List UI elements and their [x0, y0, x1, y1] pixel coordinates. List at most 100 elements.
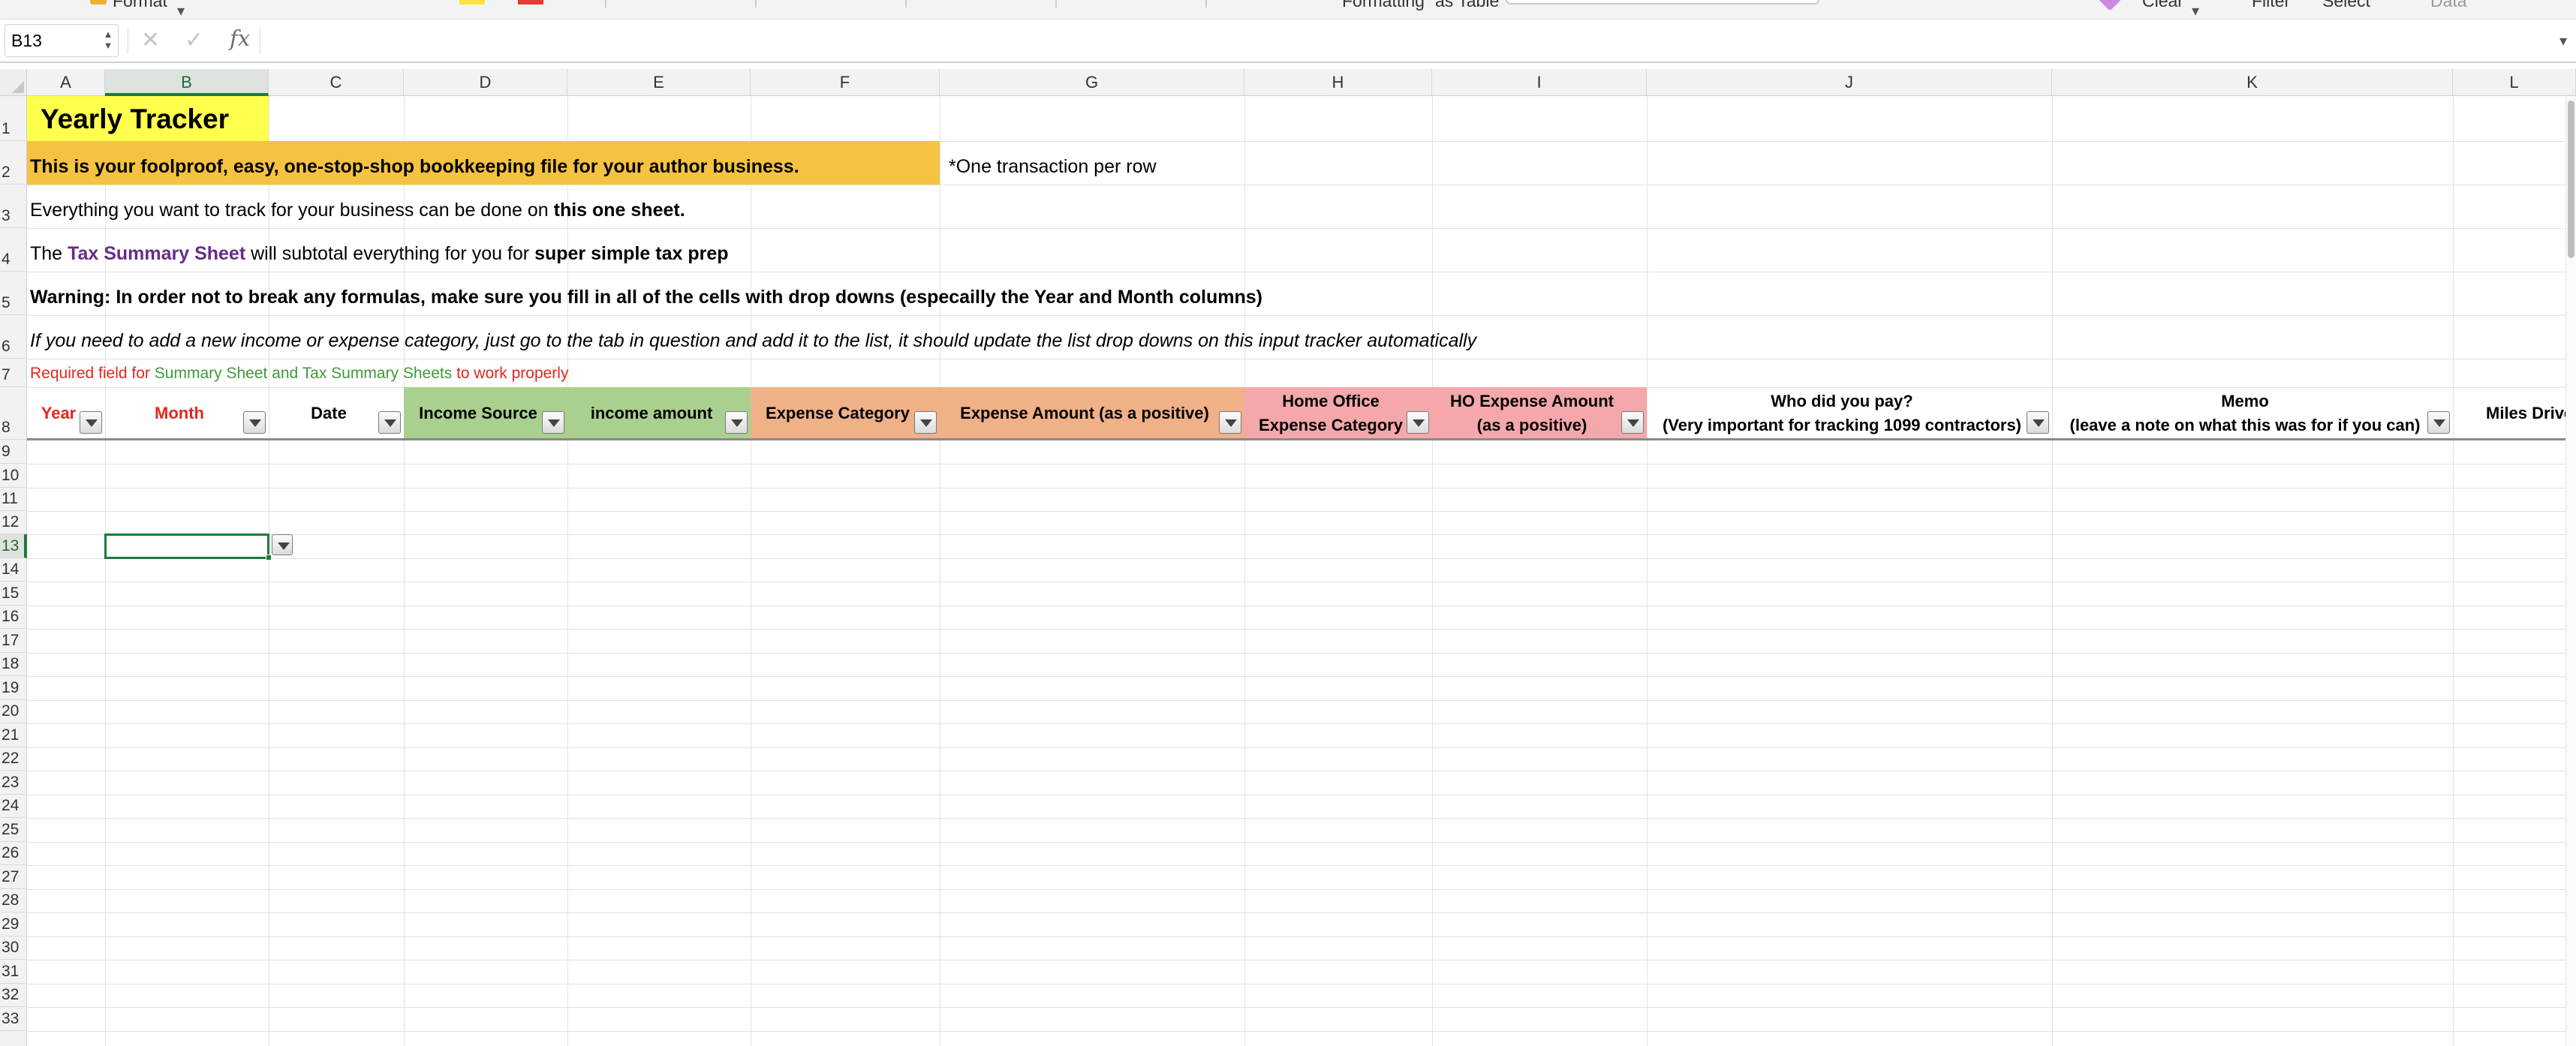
conditional-formatting-button[interactable]: Formatting	[1342, 0, 1425, 11]
font-color-icon[interactable]	[518, 0, 543, 5]
row-header-10[interactable]: 10	[0, 464, 27, 488]
month-filter-dropdown-icon[interactable]	[243, 411, 266, 434]
format-button[interactable]: Format	[113, 0, 167, 11]
row-header-7[interactable]: 7	[0, 359, 27, 387]
enter-checkmark-icon[interactable]: ✓	[185, 27, 203, 54]
column-header-l[interactable]: L	[2453, 69, 2576, 96]
row-header-31[interactable]: 31	[0, 960, 27, 984]
who-paid-filter-dropdown-icon[interactable]	[2027, 411, 2049, 434]
row-gridline	[27, 534, 2576, 535]
column-header-f[interactable]: F	[751, 69, 940, 96]
row-header-19[interactable]: 19	[0, 676, 27, 700]
row-gridline	[27, 1007, 2576, 1008]
row-header-17[interactable]: 17	[0, 629, 27, 653]
column-header-j[interactable]: J	[1647, 69, 2052, 96]
worksheet-grid[interactable]: Yearly Tracker This is your foolproof, e…	[27, 96, 2576, 1046]
row-header-3[interactable]: 3	[0, 185, 27, 228]
row-header-5[interactable]: 5	[0, 272, 27, 315]
header-miles-driven: Miles Drive	[2486, 404, 2574, 422]
row-header-11[interactable]: 11	[0, 488, 27, 511]
vertical-scrollbar-thumb[interactable]	[2568, 101, 2574, 258]
row-header-25[interactable]: 25	[0, 818, 27, 842]
eraser-icon[interactable]	[2098, 0, 2122, 11]
income-source-filter-dropdown-icon[interactable]	[542, 411, 564, 434]
row-header-12[interactable]: 12	[0, 511, 27, 534]
row-header-2[interactable]: 2	[0, 141, 27, 185]
row-header-20[interactable]: 20	[0, 700, 27, 723]
header-ho-amount-line1: HO Expense Amount	[1450, 392, 1614, 410]
row-header-24[interactable]: 24	[0, 795, 27, 818]
formula-bar-expand-icon[interactable]: ▾	[2559, 32, 2567, 50]
column-header-d[interactable]: D	[404, 69, 567, 96]
banner-text: This is your foolproof, easy, one-stop-s…	[30, 156, 799, 177]
column-gridline	[567, 96, 568, 1046]
column-gridline	[2453, 96, 2454, 1046]
clear-button[interactable]: Clear	[2142, 0, 2183, 11]
column-header-h[interactable]: H	[1244, 69, 1432, 96]
home-office-filter-dropdown-icon[interactable]	[1407, 411, 1429, 434]
column-header-i[interactable]: I	[1432, 69, 1647, 96]
column-header-e[interactable]: E	[567, 69, 751, 96]
column-header-b[interactable]: B	[105, 69, 269, 96]
row-header-16[interactable]: 16	[0, 606, 27, 629]
date-filter-dropdown-icon[interactable]	[378, 411, 401, 434]
fill-handle[interactable]	[266, 555, 272, 561]
column-gridline	[105, 96, 106, 1046]
formula-input[interactable]	[264, 24, 2546, 57]
row-header-28[interactable]: 28	[0, 889, 27, 912]
year-filter-dropdown-icon[interactable]	[80, 411, 102, 434]
one-transaction-note: *One transaction per row	[949, 156, 1157, 177]
name-box-stepper-icon[interactable]: ▲ ▼	[98, 24, 119, 57]
clear-dropdown-icon[interactable]: ▾	[2192, 2, 2199, 19]
insert-function-icon[interactable]: fx	[230, 26, 250, 51]
column-header-c[interactable]: C	[269, 69, 404, 96]
cell-styles-gallery[interactable]	[1506, 0, 1819, 5]
income-amount-filter-dropdown-icon[interactable]	[725, 411, 748, 434]
row-header-4[interactable]: 4	[0, 228, 27, 272]
row-header-27[interactable]: 27	[0, 865, 27, 889]
row-header-9[interactable]: 9	[0, 440, 27, 464]
expense-category-filter-dropdown-icon[interactable]	[914, 411, 937, 434]
row-header-29[interactable]: 29	[0, 912, 27, 936]
row-header-22[interactable]: 22	[0, 747, 27, 771]
format-dropdown-icon[interactable]: ▾	[177, 2, 185, 19]
row-header-13[interactable]: 13	[0, 534, 27, 558]
active-cell-b13[interactable]	[104, 534, 269, 559]
select-all-corner[interactable]	[0, 69, 27, 96]
row3-prefix: Everything you want to track for your bu…	[30, 200, 554, 221]
format-brush-icon[interactable]	[90, 0, 107, 5]
row4-text: The Tax Summary Sheet will subtotal ever…	[30, 243, 729, 265]
row-header-33[interactable]: 33	[0, 1007, 27, 1031]
column-gridline	[1244, 96, 1245, 1046]
header-memo-line2: (leave a note on what this was for if yo…	[2069, 416, 2421, 434]
find-select-button[interactable]: Select	[2322, 0, 2370, 11]
highlight-color-icon[interactable]	[459, 0, 485, 5]
row-header-18[interactable]: 18	[0, 653, 27, 676]
header-memo-line1: Memo	[2221, 392, 2269, 410]
expense-amount-filter-dropdown-icon[interactable]	[1219, 411, 1241, 434]
row-header-32[interactable]: 32	[0, 984, 27, 1007]
column-header-a[interactable]: A	[27, 69, 105, 96]
row-header-21[interactable]: 21	[0, 723, 27, 747]
select-all-icon[interactable]	[12, 81, 24, 93]
analyze-data-button[interactable]: Data	[2430, 0, 2467, 11]
row-header-6[interactable]: 6	[0, 315, 27, 359]
cancel-icon[interactable]: ✕	[141, 27, 160, 54]
memo-filter-dropdown-icon[interactable]	[2427, 411, 2450, 434]
cell-dropdown-icon[interactable]	[272, 534, 293, 555]
header-date: Date	[311, 404, 347, 422]
row-header-15[interactable]: 15	[0, 582, 27, 606]
header-expense-amount: Expense Amount (as a positive)	[960, 404, 1209, 422]
column-header-k[interactable]: K	[2052, 69, 2453, 96]
column-header-g[interactable]: G	[940, 69, 1244, 96]
row-header-1[interactable]: 1	[0, 96, 27, 141]
ho-amount-filter-dropdown-icon[interactable]	[1621, 411, 1644, 434]
row-header-23[interactable]: 23	[0, 771, 27, 795]
sort-filter-button[interactable]: Filter	[2252, 0, 2290, 11]
format-as-table-button[interactable]: as Table	[1435, 0, 1499, 11]
header-home-office-line1: Home Office	[1282, 392, 1380, 410]
row-header-26[interactable]: 26	[0, 842, 27, 865]
row-header-30[interactable]: 30	[0, 936, 27, 960]
row-header-14[interactable]: 14	[0, 558, 27, 582]
row-header-8[interactable]: 8	[0, 387, 27, 440]
